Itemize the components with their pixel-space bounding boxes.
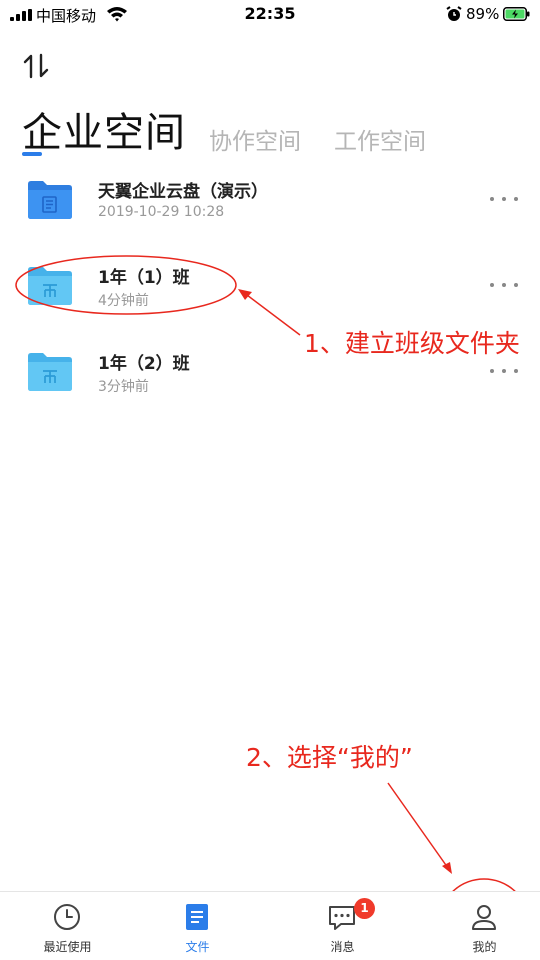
- tab-label: 文件: [185, 940, 210, 954]
- clock-icon: [54, 904, 80, 930]
- file-row[interactable]: 天翼企业云盘（演示） 2019-10-29 10:28: [0, 177, 540, 237]
- tab-label: 消息: [330, 940, 355, 954]
- tab-mine[interactable]: 我的: [417, 892, 540, 960]
- folder-document-icon: [28, 181, 72, 219]
- tab-enterprise-space[interactable]: 企业空间: [22, 100, 186, 158]
- file-modified-time: 2019-10-29 10:28: [98, 204, 225, 220]
- alarm-icon: [446, 6, 462, 21]
- sort-icon[interactable]: [22, 52, 50, 80]
- folder-shared-icon: [28, 353, 72, 391]
- bottom-tab-bar: 最近使用 文件 消息 我的: [0, 891, 540, 960]
- battery-percent: 89%: [466, 5, 500, 23]
- file-name: 天翼企业云盘（演示）: [98, 182, 268, 202]
- chat-icon: [329, 906, 355, 930]
- tab-recent[interactable]: 最近使用: [0, 892, 135, 960]
- more-options-icon[interactable]: [488, 189, 520, 209]
- message-badge: 1: [354, 898, 375, 919]
- person-icon: [472, 905, 496, 930]
- annotation-step-2: 2、选择“我的”: [246, 743, 413, 772]
- tab-work-space[interactable]: 工作空间: [334, 122, 426, 156]
- file-modified-time: 3分钟前: [98, 379, 149, 395]
- file-modified-time: 4分钟前: [98, 293, 149, 309]
- folder-shared-icon: [28, 267, 72, 305]
- tab-label: 我的: [472, 940, 497, 954]
- status-bar: 中国移动 22:35 89%: [0, 0, 540, 30]
- tab-active-indicator: [22, 152, 42, 156]
- more-options-icon[interactable]: [488, 361, 520, 381]
- battery-charging-icon: [503, 7, 530, 21]
- document-icon: [186, 904, 208, 930]
- tab-collaboration-space[interactable]: 协作空间: [209, 122, 301, 156]
- file-name: 1年（2）班: [98, 354, 190, 374]
- file-row[interactable]: 1年（1）班 4分钟前: [0, 263, 540, 323]
- annotation-arrow-2: [387, 782, 449, 869]
- tab-label: 最近使用: [43, 940, 92, 954]
- annotation-step-1: 1、建立班级文件夹: [304, 329, 520, 358]
- tab-files[interactable]: 文件: [130, 892, 265, 960]
- file-name: 1年（1）班: [98, 268, 190, 288]
- tab-messages[interactable]: 消息: [275, 892, 410, 960]
- more-options-icon[interactable]: [488, 275, 520, 295]
- annotation-arrowhead-2: [442, 862, 452, 874]
